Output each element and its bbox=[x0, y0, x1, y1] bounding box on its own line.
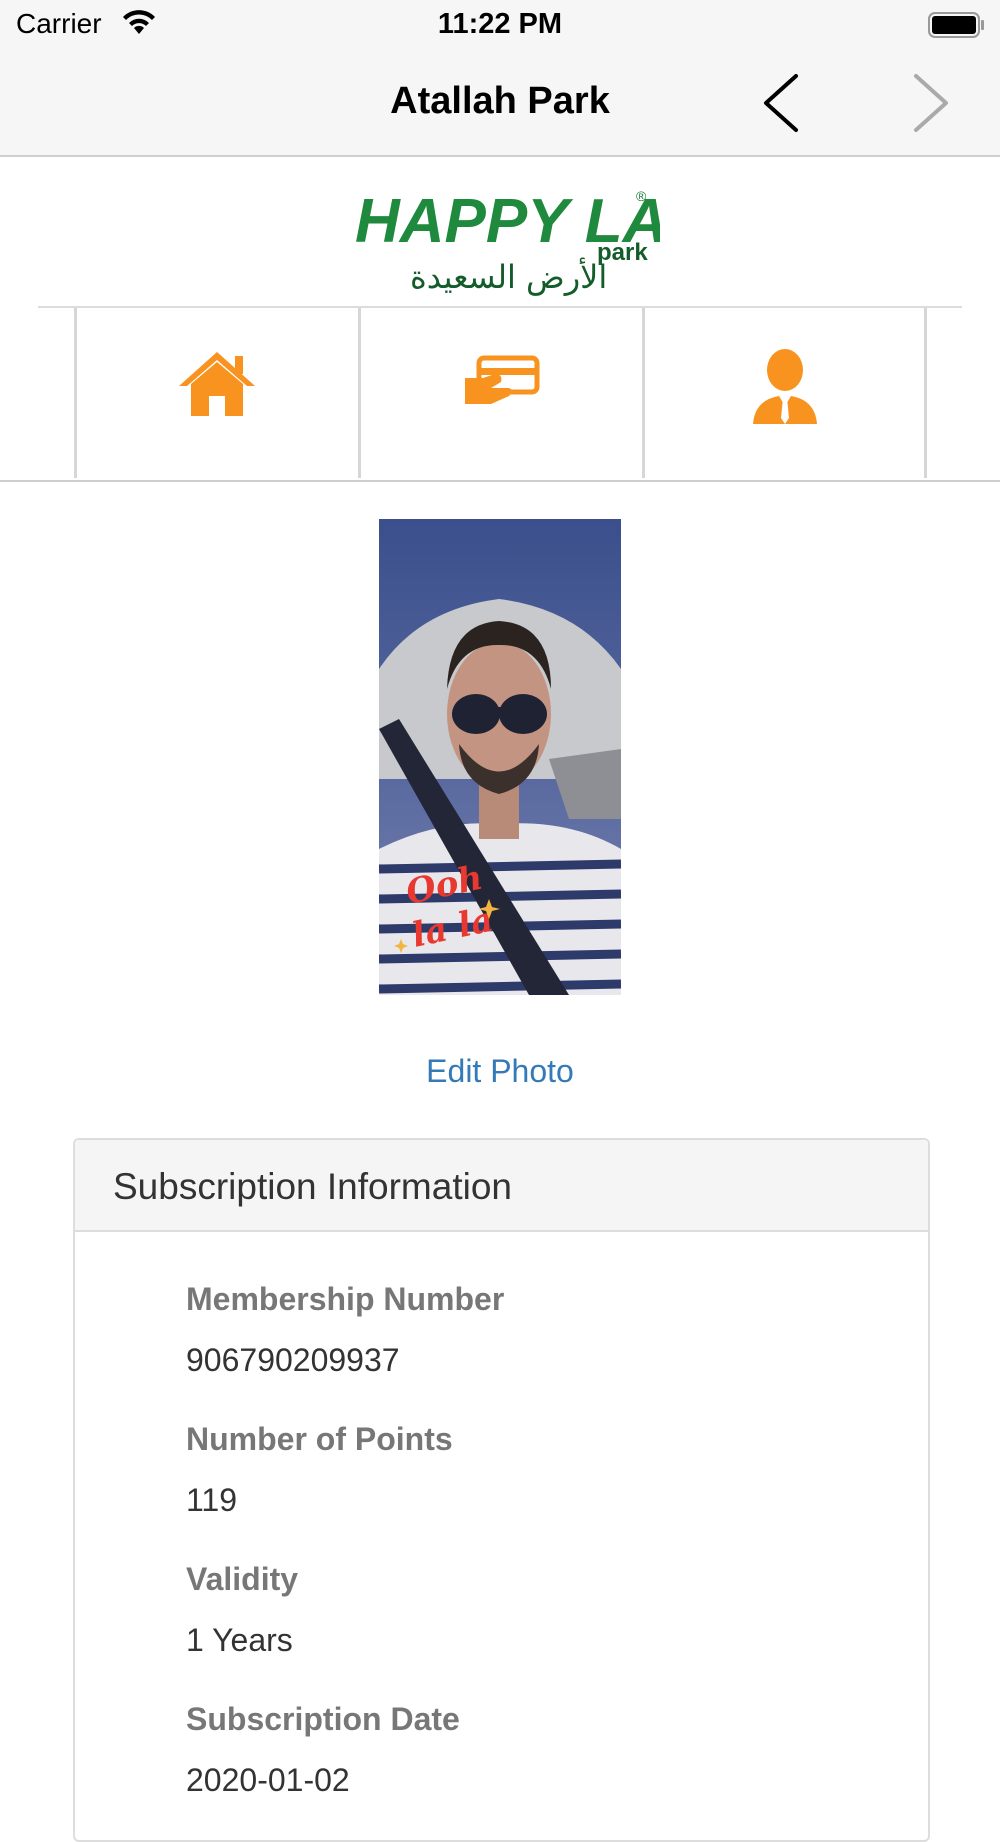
card-payment-icon bbox=[465, 355, 540, 404]
validity-value: 1 Years bbox=[186, 1622, 293, 1658]
tab-card[interactable] bbox=[361, 308, 641, 478]
tab-profile[interactable] bbox=[645, 308, 925, 478]
points-label: Number of Points bbox=[186, 1421, 453, 1457]
logo-arabic: الأرض السعيدة bbox=[410, 257, 607, 296]
points-value: 119 bbox=[186, 1482, 238, 1518]
page-title: Atallah Park bbox=[390, 80, 610, 122]
forward-arrow-icon[interactable] bbox=[896, 68, 956, 138]
navigation-bar: Atallah Park bbox=[0, 50, 1000, 157]
profile-photo: Ooh la la bbox=[379, 519, 621, 995]
status-bar: Carrier 11:22 PM bbox=[0, 0, 1000, 50]
home-icon bbox=[179, 352, 255, 416]
membership-number-value: 906790209937 bbox=[186, 1342, 400, 1378]
clock: 11:22 PM bbox=[437, 8, 563, 40]
panel-title: Subscription Information bbox=[113, 1166, 512, 1207]
back-arrow-icon[interactable] bbox=[756, 68, 816, 138]
main-tab-bar bbox=[38, 306, 962, 478]
tab-home[interactable] bbox=[77, 308, 357, 478]
membership-number-label: Membership Number bbox=[186, 1281, 505, 1317]
subscription-date-label: Subscription Date bbox=[186, 1701, 460, 1737]
battery-icon bbox=[928, 12, 984, 38]
user-profile-icon bbox=[753, 349, 817, 424]
subscription-panel: Subscription Information Membership Numb… bbox=[73, 1138, 930, 1842]
registered-mark: ® bbox=[636, 188, 647, 204]
panel-header: Subscription Information bbox=[75, 1140, 928, 1232]
happy-land-logo: HAPPY LAND park الأرض السعيدة bbox=[350, 170, 757, 305]
divider bbox=[0, 480, 1000, 482]
edit-photo-link[interactable]: Edit Photo bbox=[0, 1053, 1000, 1090]
subscription-date-value: 2020-01-02 bbox=[186, 1762, 350, 1798]
validity-label: Validity bbox=[186, 1561, 299, 1597]
